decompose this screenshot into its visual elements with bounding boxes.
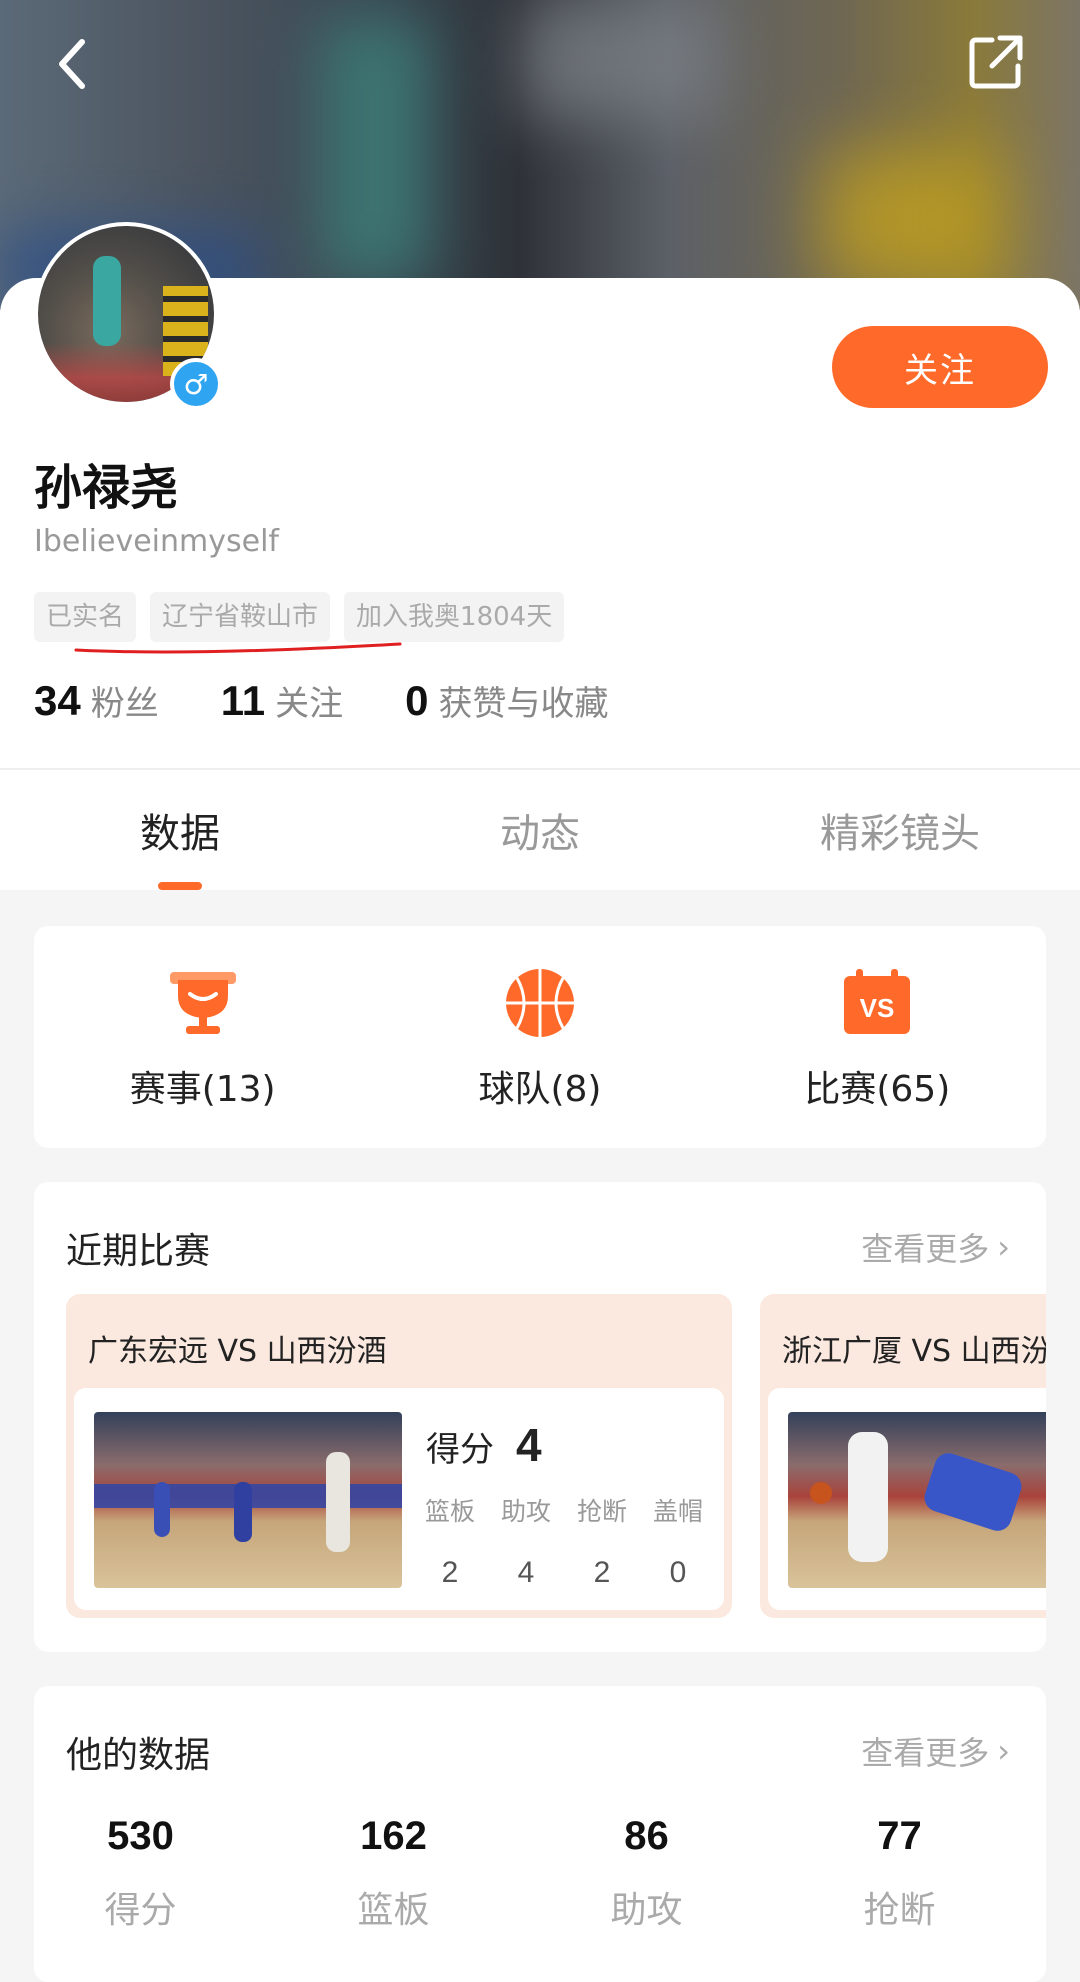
match-body: 得分 4 篮板 2 助攻 4 抢断 2 盖帽 0 xyxy=(74,1388,724,1610)
career-stats-row: 530 得分 162 篮板 86 助攻 77 抢断 xyxy=(34,1814,1046,1933)
see-more-link[interactable]: 查看更多 › xyxy=(861,1728,1010,1774)
stat-value: 0 xyxy=(405,677,429,724)
quick-links-card: 赛事(13) 球队(8) VS 比赛(65) xyxy=(34,926,1046,1148)
trophy-icon xyxy=(169,972,236,1034)
stat-value: 11 xyxy=(220,677,266,724)
quick-link-events[interactable]: 赛事(13) xyxy=(34,926,371,1148)
stat-value: 34 xyxy=(34,677,81,724)
tag-joined-days: 加入我奥1804天 xyxy=(344,592,565,642)
tab-feed[interactable]: 动态 xyxy=(360,770,720,890)
share-button[interactable] xyxy=(966,32,1026,92)
stat-label: 关注 xyxy=(275,684,344,724)
quick-link-matches[interactable]: VS 比赛(65) xyxy=(709,926,1046,1148)
career-stat-rebounds: 162 篮板 xyxy=(267,1814,520,1933)
see-more-label: 查看更多 xyxy=(861,1230,990,1268)
career-stat-steals: 77 抢断 xyxy=(773,1814,1026,1933)
red-underline-annotation xyxy=(74,642,402,654)
section-title: 他的数据 xyxy=(66,1735,211,1776)
user-name: 孙禄尧 xyxy=(34,460,179,516)
tab-label: 数据 xyxy=(140,811,220,857)
tab-bar: 数据 动态 精彩镜头 xyxy=(0,770,1080,890)
match-stat-label: 抢断 xyxy=(576,1497,627,1526)
stat-label: 粉丝 xyxy=(90,684,159,724)
match-stat-label: 篮板 xyxy=(424,1497,475,1526)
match-stats: 篮板 2 助攻 4 抢断 2 盖帽 0 xyxy=(412,1492,716,1590)
career-stat-label: 助攻 xyxy=(610,1890,683,1931)
match-stat-value: 2 xyxy=(441,1556,459,1589)
user-handle: Ibelieveinmyself xyxy=(34,524,279,559)
back-button[interactable] xyxy=(44,36,100,92)
match-title: 广东宏远 VS 山西汾酒 xyxy=(88,1334,387,1369)
profile-page: ♂ 关注 孙禄尧 Ibelieveinmyself 已实名 辽宁省鞍山市 加入我… xyxy=(0,0,1080,1982)
match-thumbnail[interactable] xyxy=(788,1412,1046,1588)
quick-link-label: 球队(8) xyxy=(478,1069,602,1110)
career-stat-label: 篮板 xyxy=(357,1890,430,1931)
follow-stats: 34 粉丝 11 关注 0 获赞与收藏 xyxy=(34,676,670,725)
profile-tags: 已实名 辽宁省鞍山市 加入我奥1804天 xyxy=(34,592,565,642)
match-stat-value: 2 xyxy=(593,1556,611,1589)
score-row: 得分 4 xyxy=(426,1418,542,1472)
quick-link-label: 比赛(65) xyxy=(804,1069,951,1110)
score-value: 4 xyxy=(516,1419,542,1471)
chevron-right-icon: › xyxy=(997,1732,1010,1770)
match-stat-value: 4 xyxy=(517,1556,535,1589)
active-tab-indicator xyxy=(158,882,202,890)
tab-label: 动态 xyxy=(500,811,580,857)
match-card[interactable]: 广东宏远 VS 山西汾酒 得分 4 篮板 2 助攻 4 抢断 2 盖帽 0 xyxy=(66,1294,732,1618)
tab-label: 精彩镜头 xyxy=(820,811,980,857)
career-stat-points: 530 得分 xyxy=(14,1814,267,1933)
match-stat-label: 盖帽 xyxy=(652,1497,703,1526)
match-body xyxy=(768,1388,1046,1610)
section-title: 近期比赛 xyxy=(66,1231,211,1272)
see-more-label: 查看更多 xyxy=(861,1734,990,1772)
career-stat-label: 抢断 xyxy=(863,1890,936,1931)
career-stat-value: 162 xyxy=(360,1814,427,1858)
career-stat-label: 得分 xyxy=(104,1890,177,1931)
score-label: 得分 xyxy=(426,1430,494,1470)
quick-link-teams[interactable]: 球队(8) xyxy=(371,926,708,1148)
chevron-left-icon xyxy=(59,39,85,89)
share-icon xyxy=(969,35,1023,89)
match-stat-assists: 助攻 4 xyxy=(488,1492,564,1590)
career-stat-assists: 86 助攻 xyxy=(520,1814,773,1933)
match-card[interactable]: 浙江广厦 VS 山西汾酒 xyxy=(760,1294,1046,1618)
match-stat-value: 0 xyxy=(669,1556,687,1589)
tab-highlights[interactable]: 精彩镜头 xyxy=(720,770,1080,890)
match-stat-rebounds: 篮板 2 xyxy=(412,1492,488,1590)
recent-matches-card: 近期比赛 查看更多 › 广东宏远 VS 山西汾酒 得分 4 篮板 2 助攻 4 … xyxy=(34,1182,1046,1652)
svg-text:VS: VS xyxy=(860,993,895,1023)
stat-label: 获赞与收藏 xyxy=(438,684,609,724)
career-stat-value: 77 xyxy=(877,1814,922,1858)
career-stat-value: 530 xyxy=(107,1814,174,1858)
male-gender-icon: ♂ xyxy=(170,358,222,410)
stat-fans[interactable]: 34 粉丝 xyxy=(34,676,159,725)
match-stat-steals: 抢断 2 xyxy=(564,1492,640,1590)
basketball-icon xyxy=(505,969,574,1037)
tab-data[interactable]: 数据 xyxy=(0,770,360,890)
quick-link-label: 赛事(13) xyxy=(129,1069,276,1110)
match-stat-blocks: 盖帽 0 xyxy=(640,1492,716,1590)
tag-verified: 已实名 xyxy=(34,592,137,642)
stat-following[interactable]: 11 关注 xyxy=(221,676,343,725)
chevron-right-icon: › xyxy=(997,1228,1010,1266)
match-title: 浙江广厦 VS 山西汾酒 xyxy=(782,1334,1046,1369)
match-thumbnail[interactable] xyxy=(94,1412,402,1588)
career-stat-value: 86 xyxy=(624,1814,669,1858)
follow-button[interactable]: 关注 xyxy=(832,326,1048,408)
career-stats-card: 他的数据 查看更多 › 530 得分 162 篮板 86 助攻 77 抢断 xyxy=(34,1686,1046,1982)
tag-location: 辽宁省鞍山市 xyxy=(150,592,331,642)
stat-likes[interactable]: 0 获赞与收藏 xyxy=(405,676,608,725)
vs-calendar-icon: VS xyxy=(844,969,911,1034)
see-more-link[interactable]: 查看更多 › xyxy=(861,1224,1010,1270)
match-stat-label: 助攻 xyxy=(500,1497,551,1526)
